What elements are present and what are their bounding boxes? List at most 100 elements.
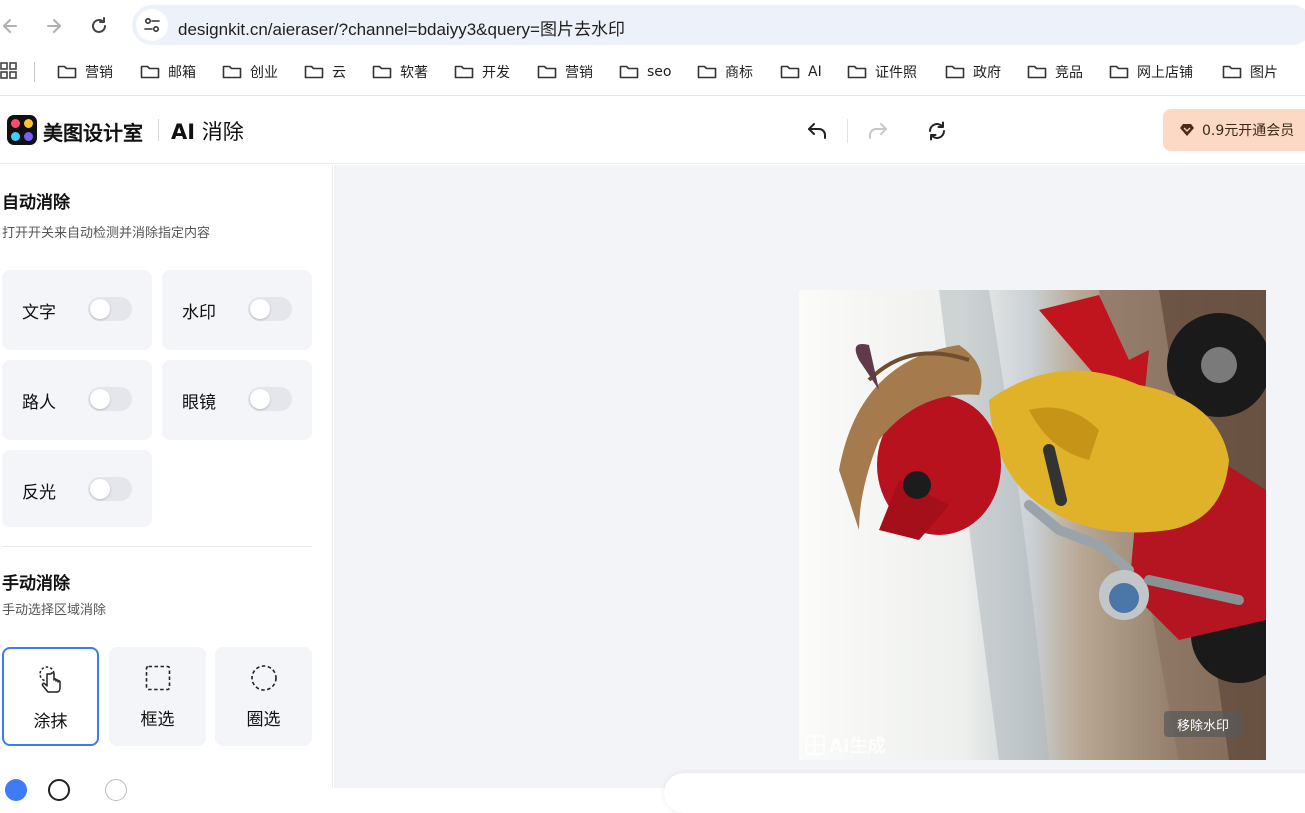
brush-size-option[interactable] [105,779,127,801]
smear-tool-button[interactable]: 涂抹 [2,647,99,746]
address-bar[interactable]: designkit.cn/aieraser/?channel=bdaiyy3&q… [132,5,1305,45]
bookmark-item[interactable]: 政府 [945,60,1001,84]
bookmark-item[interactable]: 云 [304,60,346,84]
toggle-card-glasses[interactable]: 眼镜 [162,360,312,440]
bookmark-label: AI [808,64,822,80]
bookmark-label: 图片 [1250,65,1278,81]
refresh-icon [929,121,945,141]
reload-button[interactable] [85,12,113,40]
bookmark-label: 开发 [482,65,510,81]
toggle-card-text[interactable]: 文字 [2,270,152,350]
bookmark-label: 商标 [725,65,753,81]
smear-tool-label: 涂抹 [33,712,68,732]
bookmark-item[interactable]: 营销 [537,60,593,84]
bookmark-label: 竞品 [1055,65,1083,81]
redo-button[interactable] [864,117,892,145]
reload-icon [92,17,106,33]
passerby-toggle-switch[interactable] [88,387,132,411]
back-button[interactable] [0,12,24,40]
brush-size-option[interactable] [5,779,27,801]
vip-label: 0.9元开通会员 [1202,123,1295,139]
bookmark-item[interactable]: 开发 [454,60,510,84]
folder-icon [780,65,800,79]
switch-knob [90,389,110,409]
apps-icon[interactable] [0,62,18,84]
bookmark-item[interactable]: 营销 [57,60,113,84]
reset-button[interactable] [923,117,951,145]
bookmark-item[interactable]: 竞品 [1027,60,1083,84]
url-text[interactable]: designkit.cn/aieraser/?channel=bdaiyy3&q… [178,15,625,40]
toggle-card-reflection[interactable]: 反光 [2,450,152,527]
folder-icon [372,65,392,79]
canvas-area: AI生成 移除水印 [334,165,1305,813]
bookmark-label: 创业 [250,65,278,81]
forward-button[interactable] [40,12,68,40]
bookmark-label: 网上店铺 [1137,65,1193,81]
bookmark-item[interactable]: 软著 [372,60,428,84]
watermark-toggle-switch[interactable] [248,297,292,321]
sidebar: 自动消除 打开开关来自动检测并消除指定内容 文字 水印 路人 眼镜 反光 手动消… [0,165,333,801]
bookmark-item[interactable]: 商标 [697,60,753,84]
bookmark-label: 营销 [85,65,113,81]
reflection-toggle-switch[interactable] [88,477,132,501]
switch-knob [90,479,110,499]
folder-icon [1027,65,1047,79]
edited-photo[interactable]: AI生成 移除水印 [799,290,1266,760]
photo-content [799,290,1266,760]
brand-name[interactable]: 美图设计室 [43,117,143,146]
folder-icon [619,65,639,79]
glasses-toggle-switch[interactable] [248,387,292,411]
toolbar-divider [847,119,848,143]
undo-icon [808,123,826,139]
remove-watermark-button[interactable]: 移除水印 [1164,711,1242,737]
site-info-button[interactable] [136,9,168,41]
bookmark-label: 营销 [565,65,593,81]
arrow-left-icon [3,19,17,33]
folder-icon [222,65,242,79]
brush-size-option[interactable] [48,779,70,801]
auto-erase-desc: 打开开关来自动检测并消除指定内容 [2,226,211,241]
lasso-tool-button[interactable]: 圈选 [215,647,312,746]
bookmarks-divider [34,62,35,82]
ai-generated-watermark: AI生成 [805,732,886,758]
browser-toolbar: designkit.cn/aieraser/?channel=bdaiyy3&q… [0,0,1305,96]
bookmark-item[interactable]: seo [619,60,671,84]
toggle-label: 眼镜 [182,393,216,413]
text-toggle-switch[interactable] [88,297,132,321]
rect-select-tool-label: 框选 [140,710,175,730]
vip-button[interactable]: 0.9元开通会员 [1163,109,1305,151]
bookmark-item[interactable]: 图片 [1222,60,1278,84]
auto-erase-title: 自动消除 [2,193,70,213]
bookmark-item[interactable]: AI [780,60,822,84]
rect-select-tool-button[interactable]: 框选 [109,647,206,746]
section-divider [2,546,312,547]
folder-icon [1222,65,1242,79]
folder-icon [945,65,965,79]
switch-knob [250,299,270,319]
bookmark-item[interactable]: 证件照 [847,60,917,84]
dashed-circle-icon [249,663,279,693]
toggle-label: 路人 [22,393,56,413]
toggle-label: 水印 [182,303,216,323]
meitu-logo[interactable] [7,115,37,145]
toggle-label: 文字 [22,303,56,323]
folder-icon [57,65,77,79]
toggle-card-passerby[interactable]: 路人 [2,360,152,440]
bookmark-item[interactable]: 邮箱 [140,60,196,84]
undo-button[interactable] [803,117,831,145]
folder-icon [537,65,557,79]
folder-icon [697,65,717,79]
bookmark-item[interactable]: 网上店铺 [1109,60,1193,84]
app-header: 美图设计室 AI 消除 0.9元开通会员 [0,97,1305,164]
bookmark-label: 邮箱 [168,65,196,81]
ai-watermark-text: AI生成 [829,736,886,757]
bookmark-item[interactable]: 创业 [222,60,278,84]
bookmark-label: 云 [332,65,346,81]
bookmark-label: 证件照 [875,65,917,81]
folder-icon [140,65,160,79]
folder-icon [304,65,324,79]
folder-icon [1109,65,1129,79]
switch-knob [90,299,110,319]
toggle-card-watermark[interactable]: 水印 [162,270,312,350]
toggle-label: 反光 [22,483,56,503]
